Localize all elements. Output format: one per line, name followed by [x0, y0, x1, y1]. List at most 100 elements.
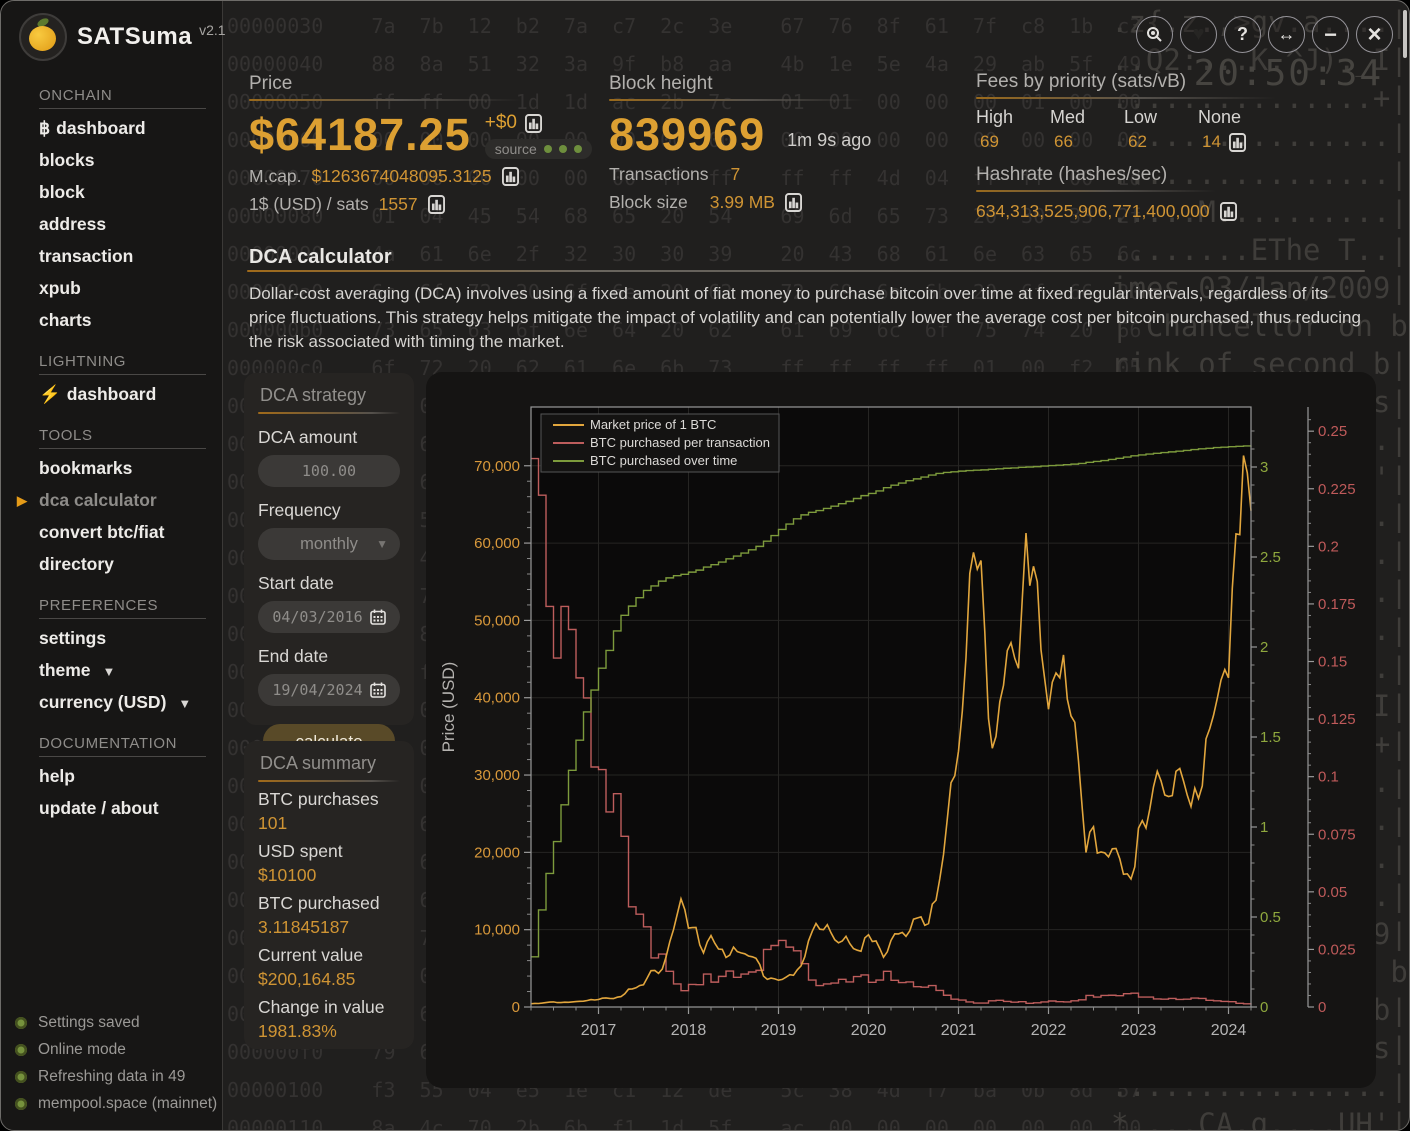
sidebar-item-settings[interactable]: settings	[1, 622, 222, 654]
svg-text:0.025: 0.025	[1318, 941, 1356, 958]
fee-med-label: Med	[1050, 107, 1124, 128]
frequency-label: Frequency	[258, 500, 400, 521]
fee-high-label: High	[976, 107, 1050, 128]
block-size-value: 3.99 MB	[710, 192, 775, 213]
close-icon: ×	[1367, 21, 1381, 49]
app-version: v2.1	[199, 22, 225, 38]
chart-icon[interactable]	[1229, 133, 1246, 152]
sidebar-item-update-about[interactable]: update / about	[1, 792, 222, 824]
sidebar-item-theme[interactable]: theme▼	[1, 654, 222, 686]
sidebar-item-transaction[interactable]: transaction	[1, 240, 222, 272]
chart-icon[interactable]	[428, 195, 445, 214]
status-dot-icon	[15, 1098, 27, 1110]
svg-text:50,000: 50,000	[474, 612, 520, 629]
fees-grid: High69 Med66 Low62 None 14	[976, 107, 1306, 152]
sidebar-item-currency[interactable]: currency (USD)▼	[1, 686, 222, 718]
calendar-icon[interactable]	[370, 609, 386, 625]
sidebar-item-directory[interactable]: directory	[1, 548, 222, 580]
price-change: +$0	[485, 112, 517, 134]
svg-text:0: 0	[512, 999, 520, 1016]
svg-text:0.05: 0.05	[1318, 884, 1347, 901]
calendar-icon[interactable]	[370, 682, 386, 698]
chevron-down-icon: ▼	[103, 664, 116, 679]
summary-panel-title: DCA summary	[258, 753, 400, 774]
status-settings-saved: Settings saved	[15, 1014, 217, 1032]
svg-text:0: 0	[1318, 999, 1326, 1016]
app-window: 00000030 7a 7b 12 b2 7a c7 2c 3e 67 76 8…	[0, 0, 1410, 1131]
minimize-icon: −	[1324, 22, 1337, 48]
help-button[interactable]: ?	[1224, 16, 1261, 53]
block-height-label: Block height	[609, 73, 949, 95]
sidebar-item-block[interactable]: block	[1, 176, 222, 208]
bitcoin-icon: ฿	[39, 118, 50, 138]
start-date-label: Start date	[258, 573, 400, 594]
page-title-rule	[247, 270, 1365, 272]
svg-text:2024: 2024	[1211, 1022, 1247, 1039]
svg-text:0.15: 0.15	[1318, 654, 1347, 671]
start-date-field[interactable]: 04/03/2016	[258, 601, 400, 633]
svg-text:BTC purchased per transaction: BTC purchased per transaction	[590, 435, 770, 450]
mcap-value: $1263674048095.3125	[312, 166, 492, 187]
svg-text:2.5: 2.5	[1260, 549, 1281, 566]
end-date-label: End date	[258, 646, 400, 667]
sidebar-item-help[interactable]: help	[1, 760, 222, 792]
price-source[interactable]: source	[485, 139, 592, 159]
scrollbar-thumb[interactable]	[1403, 10, 1407, 58]
heart-icon: ♥	[1193, 23, 1205, 46]
fee-none-label: None	[1198, 107, 1288, 128]
dca-amount-input[interactable]	[268, 461, 390, 481]
sidebar-item-dca-calculator[interactable]: ▶dca calculator	[1, 484, 222, 516]
page-title: DCA calculator	[249, 246, 392, 269]
fee-low-value: 62	[1124, 132, 1198, 152]
sidebar-item-dashboard[interactable]: ฿dashboard	[1, 112, 222, 144]
sidebar: SATSuma v2.1 ONCHAIN ฿dashboard blocks b…	[1, 1, 223, 1130]
sidebar-item-address[interactable]: address	[1, 208, 222, 240]
sidebar-item-lightning-dashboard[interactable]: ⚡dashboard	[1, 378, 222, 410]
end-date-field[interactable]: 19/04/2024	[258, 674, 400, 706]
usd-sats-label: 1$ (USD) / sats	[249, 194, 369, 215]
svg-text:0.225: 0.225	[1318, 481, 1356, 498]
svg-text:40,000: 40,000	[474, 690, 520, 707]
svg-text:0.1: 0.1	[1318, 769, 1339, 786]
svg-text:3: 3	[1260, 459, 1268, 476]
svg-text:0: 0	[1260, 999, 1268, 1016]
dca-description: Dollar-cost averaging (DCA) involves usi…	[249, 282, 1361, 353]
sidebar-item-xpub[interactable]: xpub	[1, 272, 222, 304]
sidebar-item-charts[interactable]: charts	[1, 304, 222, 336]
active-item-arrow-icon: ▶	[17, 493, 27, 509]
resize-button[interactable]: ↔	[1268, 16, 1305, 53]
block-size-label: Block size	[609, 192, 688, 213]
search-button[interactable]	[1136, 16, 1173, 53]
fee-none-value: 14	[1202, 132, 1221, 152]
change-in-value-value: 1981.83%	[258, 1021, 400, 1042]
minimize-button[interactable]: −	[1312, 16, 1349, 53]
btc-purchases-value: 101	[258, 813, 400, 834]
svg-text:2018: 2018	[671, 1022, 707, 1039]
dca-chart: 010,00020,00030,00040,00050,00060,00070,…	[426, 372, 1376, 1088]
chart-icon[interactable]	[525, 114, 542, 133]
svg-text:0.2: 0.2	[1318, 538, 1339, 555]
source-dot-icon	[559, 145, 567, 153]
chart-icon[interactable]	[1220, 202, 1237, 221]
chart-icon[interactable]	[502, 167, 519, 186]
close-button[interactable]: ×	[1356, 16, 1393, 53]
dca-summary-panel: DCA summary BTC purchases 101 USD spent …	[244, 741, 414, 1049]
svg-text:1.5: 1.5	[1260, 729, 1281, 746]
svg-text:20,000: 20,000	[474, 844, 520, 861]
svg-text:2020: 2020	[851, 1022, 887, 1039]
usd-spent-label: USD spent	[258, 841, 400, 862]
fee-low-label: Low	[1124, 107, 1198, 128]
transactions-label: Transactions	[609, 164, 709, 185]
svg-text:BTC purchased over time: BTC purchased over time	[590, 453, 737, 468]
fees-label: Fees by priority (sats/vB)	[976, 71, 1306, 93]
sidebar-item-blocks[interactable]: blocks	[1, 144, 222, 176]
svg-text:0.125: 0.125	[1318, 711, 1356, 728]
sidebar-item-bookmarks[interactable]: bookmarks	[1, 452, 222, 484]
frequency-select[interactable]: monthly▼	[258, 528, 400, 560]
favorite-button[interactable]: ♥	[1180, 16, 1217, 53]
section-lightning: LIGHTNING	[39, 353, 206, 375]
sidebar-item-convert-btc-fiat[interactable]: convert btc/fiat	[1, 516, 222, 548]
dca-strategy-panel: DCA strategy DCA amount Frequency monthl…	[244, 373, 414, 725]
chart-icon[interactable]	[785, 193, 802, 212]
window-controls: ♥ ? ↔ − ×	[1136, 16, 1393, 53]
